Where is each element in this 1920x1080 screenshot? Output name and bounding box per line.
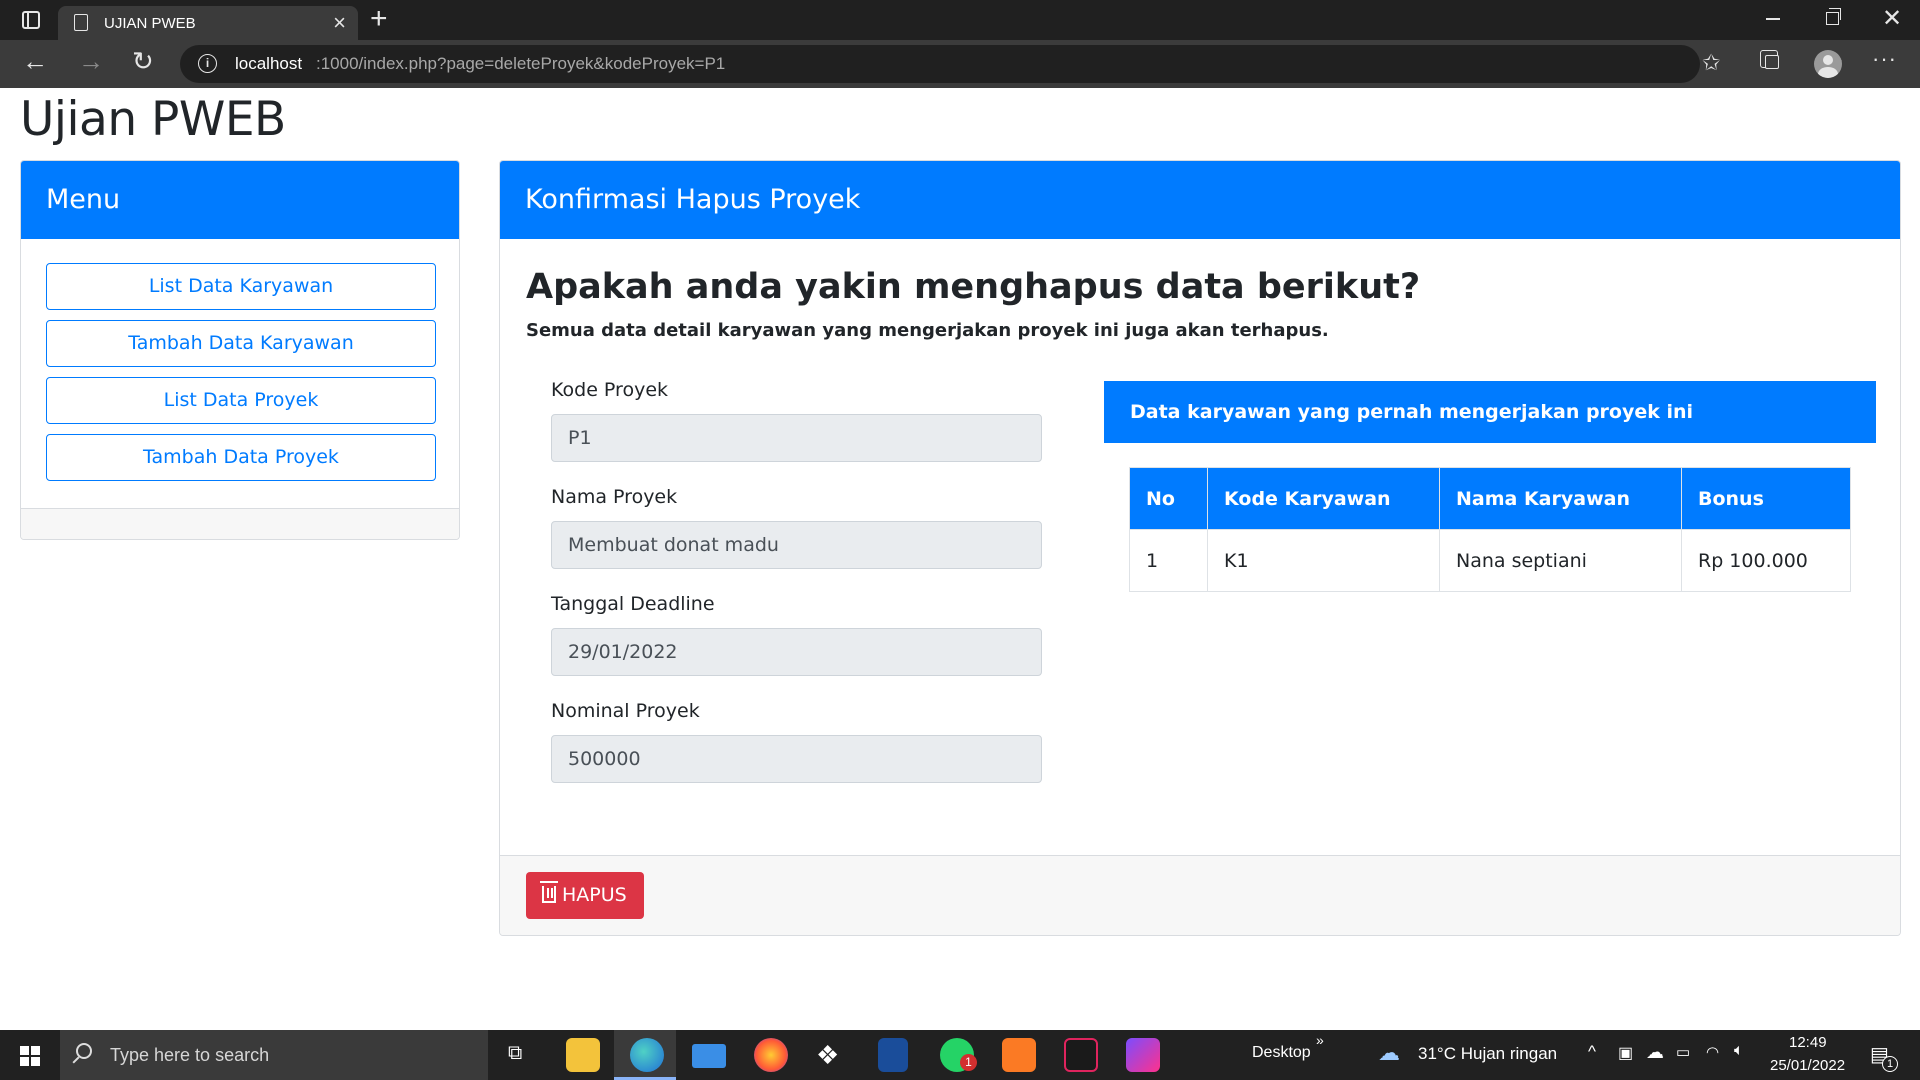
trash-icon <box>540 881 558 903</box>
dropbox-icon[interactable]: ❖ <box>816 1040 839 1071</box>
clock-time[interactable]: 12:49 <box>1789 1034 1827 1051</box>
table-row: 1 K1 Nana septiani Rp 100.000 <box>1129 529 1851 592</box>
menu-header: Menu <box>21 161 459 239</box>
file-explorer-icon[interactable] <box>566 1038 600 1072</box>
delete-button-label: HAPUS <box>562 884 627 906</box>
taskbar-search-input[interactable]: Type here to search <box>60 1030 488 1080</box>
clock-date[interactable]: 25/01/2022 <box>1770 1057 1845 1074</box>
windows-taskbar: Type here to search ⧉ ❖ 1 Desktop » ☁ 31… <box>0 1030 1920 1080</box>
edge-icon[interactable] <box>630 1038 664 1072</box>
url-host: localhost <box>235 54 303 73</box>
confirm-card: Konfirmasi Hapus Proyek Apakah anda yaki… <box>499 160 1901 936</box>
reload-icon[interactable]: ↻ <box>132 46 154 77</box>
nama-proyek-field[interactable]: Membuat donat madu <box>551 521 1042 569</box>
menu-card-footer <box>21 508 459 539</box>
tab-close-icon[interactable]: × <box>333 10 346 36</box>
new-tab-icon[interactable]: + <box>370 2 388 36</box>
profile-avatar[interactable] <box>1814 50 1842 78</box>
collections-icon[interactable] <box>1760 50 1779 69</box>
task-view-icon[interactable]: ⧉ <box>508 1042 522 1065</box>
page-title: Ujian PWEB <box>20 92 286 147</box>
kode-proyek-field[interactable]: P1 <box>551 414 1042 462</box>
tanggal-deadline-field[interactable]: 29/01/2022 <box>551 628 1042 676</box>
url-input[interactable]: i localhost :1000/index.php?page=deleteP… <box>180 45 1844 83</box>
whatsapp-badge: 1 <box>960 1054 977 1071</box>
weather-text[interactable]: 31°C Hujan ringan <box>1418 1044 1557 1064</box>
column-header: Bonus <box>1681 467 1851 530</box>
confirm-question: Apakah anda yakin menghapus data berikut… <box>526 267 1421 307</box>
windows-start-icon[interactable] <box>20 1046 40 1066</box>
table-header-row: No Kode Karyawan Nama Karyawan Bonus <box>1129 467 1851 530</box>
search-placeholder: Type here to search <box>110 1045 270 1065</box>
tab-actions-icon[interactable] <box>22 11 40 29</box>
menu-list-proyek-button[interactable]: List Data Proyek <box>46 377 436 424</box>
tanggal-deadline-label: Tanggal Deadline <box>551 593 715 615</box>
desktop-toolbar-label[interactable]: Desktop <box>1252 1044 1311 1062</box>
tab-title: UJIAN PWEB <box>104 15 196 32</box>
site-info-icon[interactable]: i <box>198 54 217 73</box>
web-page: Ujian PWEB Menu List Data Karyawan Tamba… <box>0 88 1920 1030</box>
column-header: No <box>1129 467 1208 530</box>
table-cell: 1 <box>1129 529 1208 592</box>
table-cell: K1 <box>1207 529 1440 592</box>
table-cell: Rp 100.000 <box>1681 529 1851 592</box>
battery-icon[interactable]: ▭ <box>1676 1043 1690 1061</box>
nominal-proyek-label: Nominal Proyek <box>551 700 700 722</box>
volume-icon[interactable]: 🔈︎ <box>1734 1042 1744 1060</box>
chevron-up-icon[interactable]: ^ <box>1588 1042 1596 1062</box>
notification-count: 1 <box>1882 1056 1898 1072</box>
table-cell: Nana septiani <box>1439 529 1682 592</box>
back-icon[interactable]: ← <box>22 46 48 77</box>
page-icon <box>74 14 88 31</box>
browser-tab-bar: UJIAN PWEB × + ✕ <box>0 0 1920 40</box>
menu-list-karyawan-button[interactable]: List Data Karyawan <box>46 263 436 310</box>
confirm-note: Semua data detail karyawan yang mengerja… <box>526 320 1329 341</box>
menu-tambah-karyawan-button[interactable]: Tambah Data Karyawan <box>46 320 436 367</box>
menu-tambah-proyek-button[interactable]: Tambah Data Proyek <box>46 434 436 481</box>
url-path: :1000/index.php?page=deleteProyek&kodePr… <box>316 54 726 73</box>
nama-proyek-label: Nama Proyek <box>551 486 678 508</box>
wifi-icon[interactable]: ◠ <box>1706 1043 1719 1061</box>
column-header: Kode Karyawan <box>1207 467 1440 530</box>
onedrive-icon[interactable]: ☁ <box>1646 1042 1664 1063</box>
nominal-proyek-field[interactable]: 500000 <box>551 735 1042 783</box>
delete-button[interactable]: HAPUS <box>526 872 644 919</box>
favorites-icon[interactable]: ✩ <box>1702 50 1720 76</box>
restore-icon[interactable] <box>1826 8 1841 25</box>
search-icon <box>76 1043 92 1059</box>
column-header: Nama Karyawan <box>1439 467 1682 530</box>
employee-panel-header: Data karyawan yang pernah mengerjakan pr… <box>1104 381 1876 443</box>
app-icon[interactable] <box>1064 1038 1098 1072</box>
toolbar-expand-icon[interactable]: » <box>1316 1032 1324 1048</box>
confirm-card-footer: HAPUS <box>500 855 1900 935</box>
minimize-icon[interactable] <box>1766 18 1780 20</box>
address-bar-row: ← → ↻ i localhost :1000/index.php?page=d… <box>0 40 1920 88</box>
phpstorm-icon[interactable] <box>1126 1038 1160 1072</box>
vscode-icon[interactable] <box>878 1038 908 1072</box>
mail-icon[interactable] <box>692 1044 726 1068</box>
kode-proyek-label: Kode Proyek <box>551 379 669 401</box>
xampp-icon[interactable] <box>1002 1038 1036 1072</box>
confirm-header: Konfirmasi Hapus Proyek <box>500 161 1900 239</box>
window-close-icon[interactable]: ✕ <box>1882 4 1902 33</box>
employee-table: No Kode Karyawan Nama Karyawan Bonus 1 K… <box>1129 467 1851 592</box>
weather-cloud-icon: ☁ <box>1378 1040 1400 1065</box>
browser-tab[interactable]: UJIAN PWEB × <box>58 6 358 40</box>
meet-now-icon[interactable]: ▣ <box>1618 1043 1633 1063</box>
more-icon[interactable]: ··· <box>1872 46 1897 72</box>
forward-icon[interactable]: → <box>78 46 104 77</box>
menu-card: Menu List Data Karyawan Tambah Data Kary… <box>20 160 460 540</box>
firefox-icon[interactable] <box>754 1038 788 1072</box>
